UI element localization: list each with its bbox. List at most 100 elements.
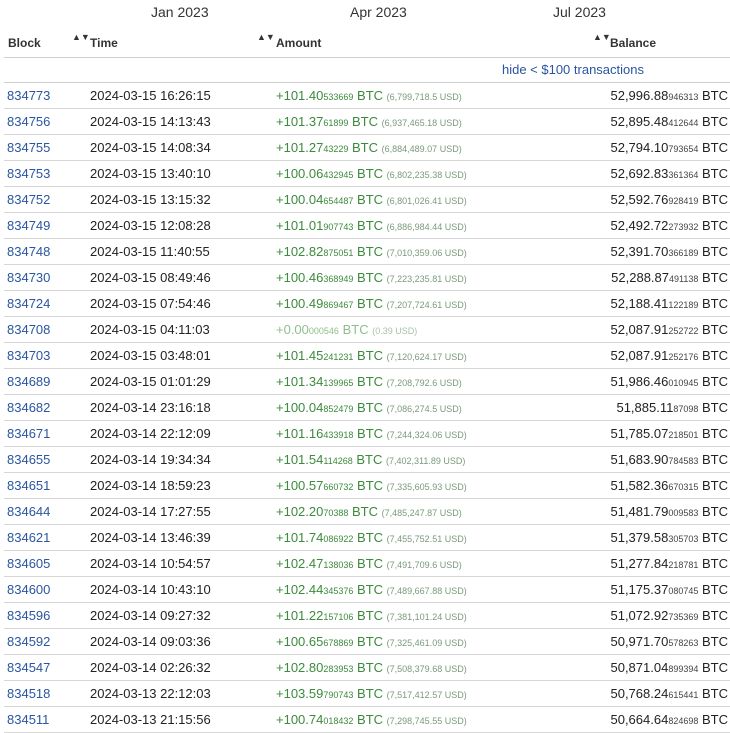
balance: 52,288.87491138 BTC xyxy=(611,270,728,285)
block-link[interactable]: 834596 xyxy=(7,608,50,623)
block-link[interactable]: 834773 xyxy=(7,88,50,103)
column-header-block[interactable]: Block xyxy=(8,36,41,50)
amount-unit: BTC xyxy=(357,686,384,701)
block-link[interactable]: 834730 xyxy=(7,270,50,285)
table-row: 834753 2024-03-15 13:40:10 +100.06432945 B… xyxy=(4,161,730,187)
table-row: 834592 2024-03-14 09:03:36 +100.65678869 B… xyxy=(4,629,730,655)
amount-unit: BTC xyxy=(342,322,369,337)
amount: +0.00000546 BTC (0.39 USD) xyxy=(276,322,417,337)
balance-main: 51,175.37 xyxy=(610,582,669,597)
amount: +103.59790743 BTC (7,517,412.57 USD) xyxy=(276,686,467,701)
amount-main: +103.59 xyxy=(276,686,324,701)
balance: 51,986.46010945 BTC xyxy=(610,374,728,389)
amount-fine: 678869 xyxy=(323,638,354,648)
amount-fine: 368949 xyxy=(323,274,354,284)
block-link[interactable]: 834708 xyxy=(7,322,50,337)
block-link[interactable]: 834748 xyxy=(7,244,50,259)
block-link[interactable]: 834621 xyxy=(7,530,50,545)
balance-unit: BTC xyxy=(702,426,728,441)
block-link[interactable]: 834655 xyxy=(7,452,50,467)
amount-usd: (7,517,412.57 USD) xyxy=(386,690,467,700)
amount-usd: (7,455,752.51 USD) xyxy=(386,534,467,544)
table-row: 834703 2024-03-15 03:48:01 +101.45241231 B… xyxy=(4,343,730,369)
amount: +100.46368949 BTC (7,223,235.81 USD) xyxy=(276,270,467,285)
table-row: 834605 2024-03-14 10:54:57 +102.47138036 B… xyxy=(4,551,730,577)
amount-usd: (7,402,311.89 USD) xyxy=(385,456,466,466)
balance-fine: 080745 xyxy=(668,586,699,596)
amount: +101.34139965 BTC (7,208,792.6 USD) xyxy=(276,374,462,389)
amount-fine: 086922 xyxy=(323,534,354,544)
sort-arrows-icon[interactable]: ▲▼ xyxy=(593,33,611,42)
amount-usd: (7,120,624.17 USD) xyxy=(386,352,467,362)
block-link[interactable]: 834682 xyxy=(7,400,50,415)
amount-usd: (7,244,324.06 USD) xyxy=(386,430,467,440)
amount-main: +101.45 xyxy=(276,348,324,363)
amount-usd: (7,485,247.87 USD) xyxy=(381,508,462,518)
block-link[interactable]: 834644 xyxy=(7,504,50,519)
amount-usd: (0.39 USD) xyxy=(372,326,418,336)
block-link[interactable]: 834518 xyxy=(7,686,50,701)
timestamp: 2024-03-14 02:26:32 xyxy=(90,660,211,675)
balance-fine: 273932 xyxy=(668,222,699,232)
balance-fine: 010945 xyxy=(668,378,699,388)
amount-unit: BTC xyxy=(357,400,384,415)
block-link[interactable]: 834600 xyxy=(7,582,50,597)
timeline-label: Jan 2023 xyxy=(151,4,209,20)
block-link[interactable]: 834689 xyxy=(7,374,50,389)
balance-unit: BTC xyxy=(702,634,728,649)
balance-unit: BTC xyxy=(702,140,728,155)
block-link[interactable]: 834547 xyxy=(7,660,50,675)
balance: 52,087.91252722 BTC xyxy=(610,322,728,337)
amount-unit: BTC xyxy=(357,478,384,493)
balance-unit: BTC xyxy=(702,660,728,675)
block-link[interactable]: 834756 xyxy=(7,114,50,129)
column-header-time[interactable]: Time xyxy=(90,36,118,50)
balance: 52,996.88946313 BTC xyxy=(610,88,728,103)
block-link[interactable]: 834724 xyxy=(7,296,50,311)
block-link[interactable]: 834753 xyxy=(7,166,50,181)
amount-main: +101.40 xyxy=(276,88,324,103)
amount-unit: BTC xyxy=(357,426,384,441)
balance: 52,188.41122189 BTC xyxy=(610,296,728,311)
block-link[interactable]: 834592 xyxy=(7,634,50,649)
table-row: 834724 2024-03-15 07:54:46 +100.49869467 B… xyxy=(4,291,730,317)
block-link[interactable]: 834651 xyxy=(7,478,50,493)
sort-arrows-icon[interactable]: ▲▼ xyxy=(257,33,275,42)
amount-main: +100.46 xyxy=(276,270,324,285)
filter-bar: hide < $100 transactions xyxy=(4,58,730,83)
amount-usd: (6,886,984.44 USD) xyxy=(386,222,467,232)
block-link[interactable]: 834749 xyxy=(7,218,50,233)
column-header-amount[interactable]: Amount xyxy=(276,36,321,50)
timestamp: 2024-03-14 17:27:55 xyxy=(90,504,211,519)
balance-unit: BTC xyxy=(702,192,728,207)
block-link[interactable]: 834755 xyxy=(7,140,50,155)
balance-unit: BTC xyxy=(702,504,728,519)
block-link[interactable]: 834671 xyxy=(7,426,50,441)
amount-fine: 43229 xyxy=(323,144,349,154)
block-link[interactable]: 834752 xyxy=(7,192,50,207)
timestamp: 2024-03-14 19:34:34 xyxy=(90,452,211,467)
column-header-balance[interactable]: Balance xyxy=(610,36,656,50)
block-link[interactable]: 834703 xyxy=(7,348,50,363)
amount: +100.06432945 BTC (6,802,235.38 USD) xyxy=(276,166,467,181)
amount-main: +0.00 xyxy=(276,322,309,337)
amount-main: +102.82 xyxy=(276,244,324,259)
table-row: 834671 2024-03-14 22:12:09 +101.16433918 B… xyxy=(4,421,730,447)
timestamp: 2024-03-14 09:27:32 xyxy=(90,608,211,623)
hide-small-transactions-link[interactable]: hide < $100 transactions xyxy=(502,62,644,77)
amount-unit: BTC xyxy=(357,270,384,285)
balance: 52,492.72273932 BTC xyxy=(610,218,728,233)
table-row: 834748 2024-03-15 11:40:55 +102.82875051 B… xyxy=(4,239,730,265)
balance-main: 52,794.10 xyxy=(610,140,669,155)
table-row: 834651 2024-03-14 18:59:23 +100.57660732 B… xyxy=(4,473,730,499)
timestamp: 2024-03-14 22:12:09 xyxy=(90,426,211,441)
amount: +101.01907743 BTC (6,886,984.44 USD) xyxy=(276,218,467,233)
amount: +102.47138036 BTC (7,491,709.6 USD) xyxy=(276,556,462,571)
amount-unit: BTC xyxy=(357,556,384,571)
balance: 51,582.36670315 BTC xyxy=(610,478,728,493)
sort-arrows-icon[interactable]: ▲▼ xyxy=(72,33,90,42)
balance-main: 50,664.64 xyxy=(610,712,669,727)
block-link[interactable]: 834605 xyxy=(7,556,50,571)
block-link[interactable]: 834511 xyxy=(7,712,49,727)
balance: 52,895.48412644 BTC xyxy=(610,114,728,129)
